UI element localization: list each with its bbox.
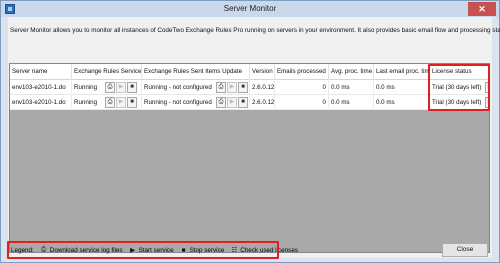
server-grid: Server name Exchange Rules Service Excha… [9, 63, 490, 253]
service-status-cell: Running ⎙ ▶ ■ [72, 95, 142, 110]
version-cell: 2.6.0.124 [250, 80, 275, 95]
emails-processed-cell: 0 [275, 95, 329, 110]
table-row[interactable]: env103-e2010-1.do Running ⎙ ▶ ■ Running … [10, 95, 489, 110]
start-service-icon[interactable]: ▶ [227, 82, 237, 93]
column-header-version[interactable]: Version [250, 64, 275, 80]
emails-processed-cell: 0 [275, 80, 329, 95]
grid-header: Server name Exchange Rules Service Excha… [10, 64, 489, 80]
download-log-icon[interactable]: ⎙ [105, 82, 115, 93]
service-status-text: Running [74, 84, 98, 91]
window-title: Server Monitor [223, 4, 277, 13]
intro-text: Server Monitor allows you to monitor all… [10, 27, 500, 34]
license-status-text: Trial (30 days left) [432, 84, 482, 91]
legend-start: ▶ Start service [129, 246, 174, 255]
legend-bar: Legend: ⎙ Download service log files ▶ S… [8, 243, 298, 257]
server-name-cell: env103-e2010-1.do [10, 95, 72, 110]
stop-service-icon[interactable]: ■ [238, 82, 248, 93]
license-list-icon: ☷ [231, 247, 238, 254]
download-log-icon[interactable]: ⎙ [105, 97, 115, 108]
close-button[interactable]: Close [442, 243, 488, 257]
server-monitor-window: Server Monitor ✕ Server Monitor allows y… [0, 0, 500, 263]
check-licenses-icon[interactable]: ☷ [485, 97, 488, 108]
sent-items-status-text: Running - not configured [144, 99, 212, 106]
legend-download: ⎙ Download service log files [40, 246, 123, 254]
license-status-text: Trial (30 days left) [432, 99, 482, 106]
download-log-icon[interactable]: ⎙ [216, 97, 226, 108]
table-row[interactable]: env103-e2010-1.do Running ⎙ ▶ ■ Running … [10, 80, 489, 95]
column-header-last-email-proc-time[interactable]: Last email proc. time [374, 64, 430, 80]
avg-proc-time-cell: 0.0 ms [329, 95, 374, 110]
column-header-avg-proc-time[interactable]: Avg. proc. time [329, 64, 374, 80]
license-status-cell: Trial (30 days left) ☷ [430, 95, 489, 110]
stop-icon: ■ [181, 246, 186, 254]
last-proc-time-cell: 0.0 ms [374, 95, 430, 110]
column-header-sent-items-update[interactable]: Exchange Rules Sent Items Update [142, 64, 250, 80]
avg-proc-time-cell: 0.0 ms [329, 80, 374, 95]
stop-service-icon[interactable]: ■ [127, 97, 137, 108]
stop-service-icon[interactable]: ■ [238, 97, 248, 108]
client-area: Server Monitor allows you to monitor all… [7, 17, 500, 259]
sent-items-status-cell: Running - not configured ⎙ ▶ ■ [142, 80, 250, 95]
legend-check-text: Check used licenses [240, 246, 298, 254]
start-service-icon[interactable]: ▶ [116, 97, 126, 108]
legend-label: Legend: [11, 246, 34, 254]
download-log-icon[interactable]: ⎙ [216, 82, 226, 93]
column-header-server-name[interactable]: Server name [10, 64, 72, 80]
legend-start-text: Start service [138, 246, 174, 254]
stop-service-icon[interactable]: ■ [127, 82, 137, 93]
start-service-icon[interactable]: ▶ [116, 82, 126, 93]
play-icon: ▶ [130, 247, 136, 254]
legend-download-text: Download service log files [49, 246, 123, 254]
service-status-text: Running [74, 99, 98, 106]
service-status-cell: Running ⎙ ▶ ■ [72, 80, 142, 95]
version-cell: 2.6.0.124 [250, 95, 275, 110]
column-header-emails-processed[interactable]: Emails processed [275, 64, 329, 80]
check-licenses-icon[interactable]: ☷ [485, 82, 488, 93]
sent-items-status-text: Running - not configured [144, 84, 212, 91]
download-log-icon: ⎙ [41, 246, 47, 253]
column-header-license-status[interactable]: License status [430, 64, 489, 80]
sent-items-status-cell: Running - not configured ⎙ ▶ ■ [142, 95, 250, 110]
license-status-cell: Trial (30 days left) ☷ [430, 80, 489, 95]
last-proc-time-cell: 0.0 ms [374, 80, 430, 95]
start-service-icon[interactable]: ▶ [227, 97, 237, 108]
column-header-exchange-rules-service[interactable]: Exchange Rules Service [72, 64, 142, 80]
legend-check: ☷ Check used licenses [230, 246, 298, 255]
window-close-button[interactable]: ✕ [468, 2, 496, 16]
legend-stop-text: Stop service [189, 246, 225, 254]
title-bar[interactable]: Server Monitor ✕ [1, 1, 499, 17]
server-name-cell: env103-e2010-1.do [10, 80, 72, 95]
legend-stop: ■ Stop service [180, 247, 225, 254]
